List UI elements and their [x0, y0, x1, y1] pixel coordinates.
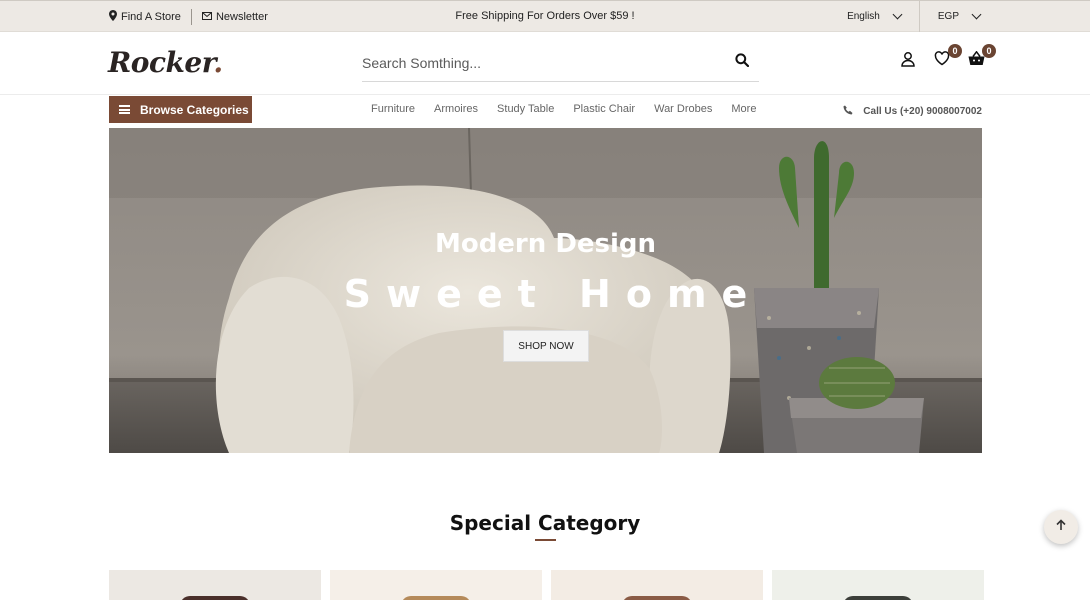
category-card[interactable]	[330, 570, 542, 600]
chevron-down-icon	[892, 9, 903, 20]
call-us-label: Call Us (+20) 9008007002	[863, 105, 982, 117]
newsletter-link[interactable]: Newsletter	[201, 10, 268, 23]
user-icon	[900, 51, 916, 72]
special-category-title: Special Category	[449, 511, 641, 535]
newsletter-label: Newsletter	[215, 10, 268, 23]
wishlist-button[interactable]: 0	[932, 44, 962, 72]
hero-banner: Modern Design Sweet Home SHOP NOW	[109, 128, 982, 453]
find-store-link[interactable]: Find A Store	[109, 9, 181, 24]
category-image	[180, 596, 250, 600]
logo-dot: .	[213, 46, 223, 79]
find-store-label: Find A Store	[121, 10, 181, 23]
nav-item-plastic-chair[interactable]: Plastic Chair	[573, 103, 635, 115]
language-select[interactable]: English	[847, 9, 903, 22]
site-logo[interactable]: Rocker.	[108, 46, 223, 79]
category-image	[622, 596, 692, 600]
category-cards	[109, 570, 984, 600]
category-card[interactable]	[772, 570, 984, 600]
wishlist-count-badge: 0	[948, 44, 962, 58]
account-button[interactable]	[898, 50, 918, 72]
browse-categories-label: Browse Categories	[140, 102, 249, 117]
hero-subtitle: Sweet Home	[343, 272, 763, 316]
top-bar-right: English EGP	[847, 1, 982, 32]
nav-item-more[interactable]: More	[731, 103, 756, 115]
browse-categories-button[interactable]: Browse Categories	[109, 96, 252, 123]
currency-label: EGP	[937, 11, 959, 22]
envelope-icon	[201, 11, 212, 23]
nav-menu: Furniture Armoires Study Table Plastic C…	[371, 95, 756, 122]
divider	[190, 8, 192, 25]
cart-button[interactable]: 0	[966, 44, 996, 72]
site-header: Rocker. 0 0	[0, 32, 1090, 95]
category-image	[843, 596, 913, 600]
nav-item-furniture[interactable]: Furniture	[371, 103, 415, 115]
search-icon[interactable]	[735, 53, 750, 72]
map-marker-icon	[109, 9, 117, 24]
heart-icon	[934, 51, 950, 71]
category-card[interactable]	[551, 570, 763, 600]
phone-icon	[843, 105, 853, 118]
logo-text: Rocker	[108, 46, 214, 79]
nav-item-study-table[interactable]: Study Table	[497, 103, 554, 115]
header-icons: 0 0	[898, 44, 996, 72]
chevron-down-icon	[971, 9, 982, 20]
category-card[interactable]	[109, 570, 321, 600]
call-us[interactable]: Call Us (+20) 9008007002	[843, 95, 982, 127]
main-nav: Browse Categories Furniture Armoires Stu…	[0, 95, 1090, 127]
nav-item-war-drobes[interactable]: War Drobes	[654, 103, 712, 115]
divider	[918, 1, 920, 32]
top-bar-left: Find A Store Newsletter	[109, 1, 268, 32]
search-bar	[362, 44, 759, 82]
scroll-to-top-button[interactable]	[1044, 510, 1078, 544]
category-image	[401, 596, 471, 600]
top-bar: Find A Store Newsletter Free Shipping Fo…	[0, 0, 1090, 32]
nav-item-armoires[interactable]: Armoires	[434, 103, 478, 115]
search-input[interactable]	[362, 54, 702, 71]
language-label: English	[847, 11, 880, 22]
cart-count-badge: 0	[982, 44, 996, 58]
hero-title: Modern Design	[434, 229, 657, 259]
menu-icon	[119, 105, 130, 114]
arrow-up-icon	[1055, 518, 1067, 536]
title-underline	[535, 539, 556, 541]
currency-select[interactable]: EGP	[937, 9, 982, 22]
shop-now-button[interactable]: SHOP NOW	[503, 330, 589, 362]
